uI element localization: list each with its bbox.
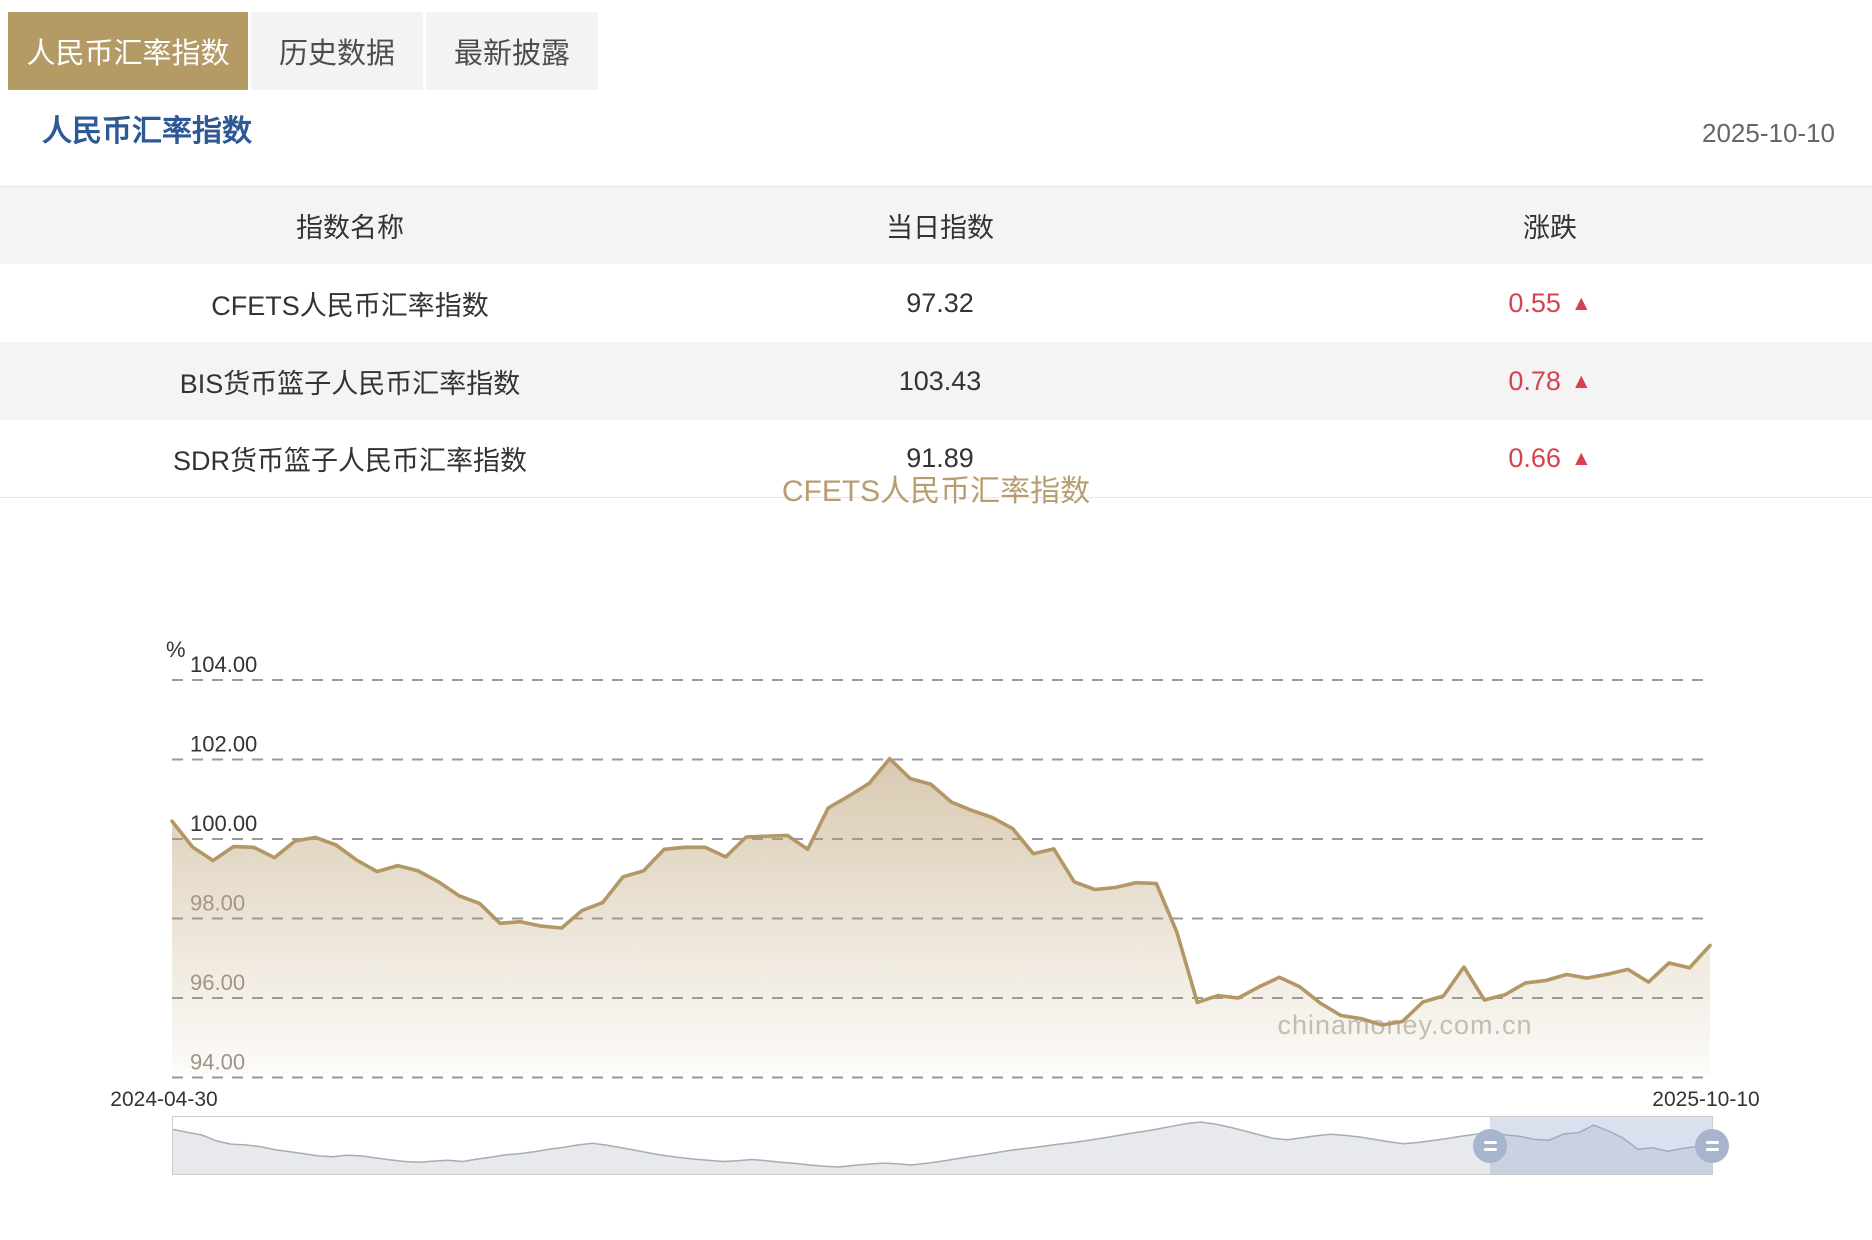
x-axis-label-start: 2024-04-30 [110, 1088, 218, 1111]
y-axis-tick-label: 104.00 [190, 652, 257, 677]
y-axis-unit-label: % [166, 637, 186, 662]
tab-label: 最新披露 [453, 38, 570, 70]
table-header-row: 指数名称 当日指数 涨跌 [0, 186, 1872, 264]
tab-bar: 人民币汇率指数 历史数据 最新披露 [8, 12, 598, 90]
change-value: 0.78 [1508, 365, 1561, 396]
navigator-handle-left[interactable] [1473, 1128, 1507, 1163]
up-triangle-icon: ▲ [1570, 369, 1592, 393]
index-name-cell: BIS货币篮子人民币汇率指数 [179, 368, 521, 399]
navigator-handle-right[interactable] [1695, 1128, 1729, 1163]
table-row: CFETS人民币汇率指数 97.32 0.55 ▲ [0, 264, 1872, 342]
page-title: 人民币汇率指数 [42, 115, 252, 148]
tab-latest-disclosure[interactable]: 最新披露 [426, 12, 598, 90]
rmb-index-page: 人民币汇率指数 历史数据 最新披露 人民币汇率指数 2025-10-10 指数名称 … [0, 0, 1872, 1240]
tab-history-data[interactable]: 历史数据 [251, 12, 423, 90]
up-triangle-icon: ▲ [1570, 291, 1592, 315]
index-name-cell: CFETS人民币汇率指数 [211, 290, 489, 321]
navigator-selection[interactable] [1490, 1117, 1712, 1174]
tab-label: 人民币汇率指数 [26, 38, 230, 70]
col-header-index-name: 指数名称 [296, 213, 404, 243]
page-date: 2025-10-10 [1702, 118, 1835, 148]
change-value: 0.55 [1508, 287, 1561, 318]
range-navigator[interactable] [172, 1116, 1729, 1175]
tab-label: 历史数据 [278, 38, 395, 70]
x-axis-label-end: 2025-10-10 [1652, 1088, 1760, 1111]
tab-rmb-exchange-rate-index[interactable]: 人民币汇率指数 [8, 12, 248, 90]
index-change-cell: 0.78 ▲ [1180, 366, 1872, 397]
index-value-cell: 97.32 [906, 287, 974, 318]
table-row: BIS货币篮子人民币汇率指数 103.43 0.78 ▲ [0, 342, 1872, 420]
col-header-change: 涨跌 [1523, 213, 1577, 243]
y-axis-tick-label: 100.00 [190, 811, 257, 836]
index-change-cell: 0.55 ▲ [1180, 288, 1872, 319]
index-value-cell: 103.43 [898, 365, 982, 396]
chart-title: CFETS人民币汇率指数 [781, 475, 1091, 508]
col-header-daily-index: 当日指数 [886, 213, 994, 243]
index-table: 指数名称 当日指数 涨跌 CFETS人民币汇率指数 97.32 0.55 ▲ BIS货币… [0, 186, 1872, 498]
table-body: CFETS人民币汇率指数 97.32 0.55 ▲ BIS货币篮子人民币汇率指数 103.… [0, 264, 1872, 498]
y-axis-tick-label: 102.00 [190, 732, 257, 757]
